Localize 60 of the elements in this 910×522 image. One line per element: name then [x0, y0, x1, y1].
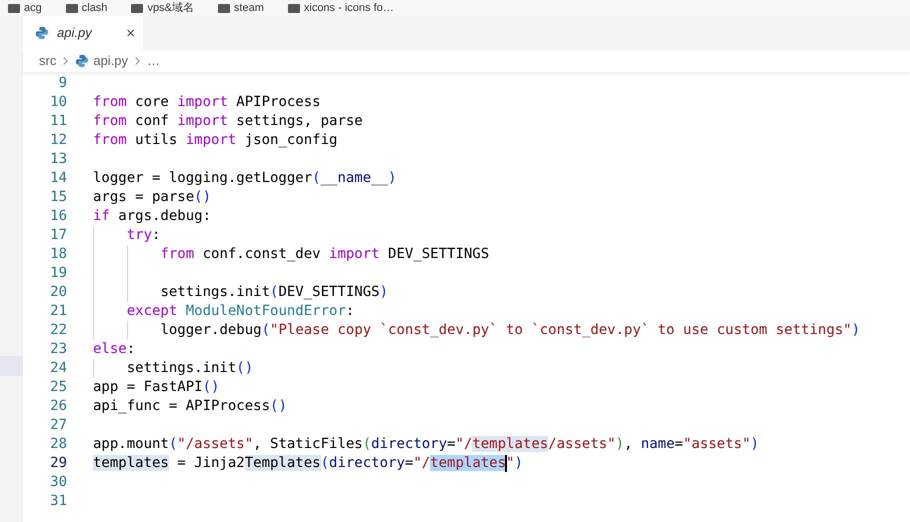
folder-icon	[218, 4, 230, 13]
bookmark[interactable]: clash	[66, 3, 108, 14]
line-number: 18	[49, 245, 67, 264]
code-line: from utils import json_config	[93, 131, 338, 150]
close-icon[interactable]: ×	[126, 26, 135, 40]
code-line: settings.init()	[126, 359, 254, 378]
code-line: logger = logging.getLogger(__name__)	[93, 169, 396, 188]
line-number: 23	[49, 340, 67, 359]
line-number: 20	[49, 283, 67, 302]
code-line: except ModuleNotFoundError:	[126, 302, 354, 321]
line-number: 25	[49, 378, 67, 397]
bookmark[interactable]: xicons - icons fo…	[288, 3, 394, 14]
code-line: from conf import settings, parse	[93, 112, 363, 131]
chevron-icon	[62, 56, 70, 66]
breadcrumb-item[interactable]: api.py	[75, 51, 128, 71]
bookmark[interactable]: vps&域名	[131, 3, 194, 14]
python-file-icon	[75, 54, 90, 68]
code-line: from conf.const_dev import DEV_SETTINGS	[160, 245, 490, 264]
chevron-icon	[134, 56, 142, 66]
code-line: else:	[93, 340, 136, 359]
bookmark[interactable]: steam	[218, 3, 264, 14]
line-number: 29	[49, 454, 67, 473]
line-number: 19	[49, 264, 67, 283]
breadcrumb-item[interactable]: …	[147, 51, 160, 71]
code-line: templates = Jinja2Templates(directory="/templates")	[93, 454, 523, 474]
line-number: 15	[49, 188, 67, 207]
folder-icon	[66, 4, 78, 13]
line-number: 22	[49, 321, 67, 340]
folder-icon	[8, 4, 20, 13]
bookmark[interactable]: acg	[8, 3, 42, 14]
folder-icon	[131, 4, 144, 13]
code-line: if args.debug:	[93, 207, 212, 226]
code-line: logger.debug("Please copy `const_dev.py` to `const_dev.py` to use custom settings")	[160, 321, 860, 340]
line-number: 24	[49, 359, 67, 378]
line-number: 28	[49, 435, 67, 454]
side-panel-highlight	[0, 356, 23, 376]
line-number: 26	[49, 397, 67, 416]
code-line: try:	[126, 226, 160, 245]
line-number: 16	[49, 207, 67, 226]
line-number: 9	[58, 74, 67, 93]
line-number: 13	[49, 150, 67, 169]
line-number: 12	[49, 131, 67, 150]
python-file-icon	[35, 26, 49, 40]
line-number: 27	[49, 416, 67, 435]
line-number: 17	[49, 226, 67, 245]
line-number: 10	[49, 93, 67, 112]
code-line: settings.init(DEV_SETTINGS)	[160, 283, 388, 302]
editor-tab[interactable]: api.py ×	[23, 16, 143, 50]
breadcrumb-item[interactable]: src	[39, 51, 56, 71]
code-line: args = parse()	[93, 188, 212, 207]
line-number: 21	[49, 302, 67, 321]
code-line: app.mount("/assets", StaticFiles(directory="/templates/assets"), name="assets")	[93, 435, 759, 454]
line-number: 11	[49, 112, 67, 131]
line-number: 30	[49, 473, 67, 492]
code-line: from core import APIProcess	[93, 93, 321, 112]
code-line: app = FastAPI()	[93, 378, 220, 397]
code-line: api_func = APIProcess()	[93, 397, 287, 416]
folder-icon	[288, 4, 300, 13]
line-number: 31	[49, 492, 67, 511]
line-number: 14	[49, 169, 67, 188]
